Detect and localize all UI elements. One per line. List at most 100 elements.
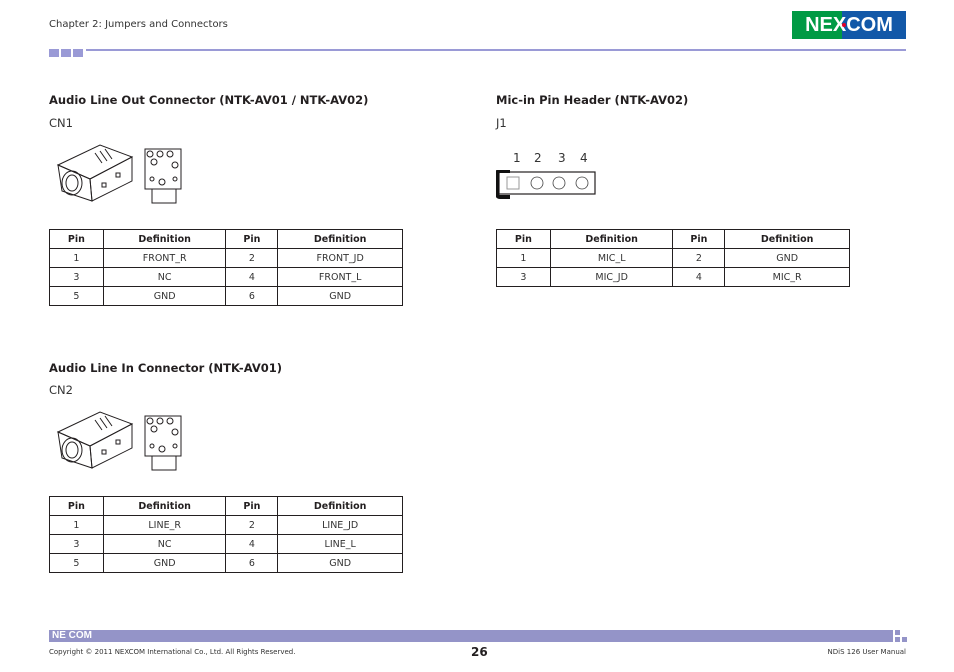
connector-ref-cn2: CN2 xyxy=(49,383,73,397)
definition-cell: GND xyxy=(277,553,403,573)
definition-cell: MIC_JD xyxy=(549,267,674,287)
table-row: 1 FRONT_R 2 FRONT_JD xyxy=(49,248,403,268)
connector-ref-cn1: CN1 xyxy=(49,116,73,130)
definition-cell: GND xyxy=(102,553,227,573)
manual-title: NDiS 126 User Manual xyxy=(827,648,906,656)
pin-cell: 6 xyxy=(225,286,279,306)
definition-cell: LINE_L xyxy=(277,534,403,554)
table-header-row: Pin Definition Pin Definition xyxy=(496,229,850,249)
pin-cell: 3 xyxy=(49,534,104,554)
header-definition: Definition xyxy=(102,229,227,249)
table-header-row: Pin Definition Pin Definition xyxy=(49,229,403,249)
pin-cell: 3 xyxy=(496,267,551,287)
table-row: 5 GND 6 GND xyxy=(49,553,403,573)
audio-jack-diagram-cn1 xyxy=(56,144,182,204)
definition-cell: MIC_R xyxy=(724,267,850,287)
pin-table-cn1: Pin Definition Pin Definition 1 FRONT_R … xyxy=(49,229,403,306)
jack-top-face xyxy=(56,144,134,180)
logo-text: NEXCOM xyxy=(805,14,893,36)
jack-side-face xyxy=(89,423,133,469)
definition-cell: NC xyxy=(102,534,227,554)
header-definition: Definition xyxy=(549,229,674,249)
definition-cell: GND xyxy=(102,286,227,306)
pin-cell: 2 xyxy=(225,515,279,535)
header-definition: Definition xyxy=(277,496,403,516)
page-number: 26 xyxy=(471,645,488,659)
section-title-line-out: Audio Line Out Connector (NTK-AV01 / NTK… xyxy=(49,93,369,107)
section-title-mic-in: Mic-in Pin Header (NTK-AV02) xyxy=(496,93,689,107)
pin-cell: 4 xyxy=(225,534,279,554)
table-header-row: Pin Definition Pin Definition xyxy=(49,496,403,516)
pin-cell: 6 xyxy=(225,553,279,573)
header-pin: Pin xyxy=(49,496,104,516)
table-row: 3 NC 4 LINE_L xyxy=(49,534,403,554)
definition-cell: GND xyxy=(277,286,403,306)
pin-cell: 1 xyxy=(49,515,104,535)
definition-cell: LINE_R xyxy=(102,515,227,535)
jack-front-face xyxy=(57,431,93,469)
definition-cell: FRONT_L xyxy=(277,267,403,287)
header-pin: Pin xyxy=(49,229,104,249)
header-pin: Pin xyxy=(225,229,279,249)
table-row: 5 GND 6 GND xyxy=(49,286,403,306)
header-definition: Definition xyxy=(277,229,403,249)
copyright-text: Copyright © 2011 NEXCOM International Co… xyxy=(49,648,296,656)
table-row: 3 NC 4 FRONT_L xyxy=(49,267,403,287)
square-icon xyxy=(895,637,900,642)
header-definition: Definition xyxy=(102,496,227,516)
definition-cell: FRONT_JD xyxy=(277,248,403,268)
header-divider xyxy=(86,49,906,51)
definition-cell: MIC_L xyxy=(549,248,674,268)
pin-4-circle xyxy=(575,176,589,190)
square-icon xyxy=(49,49,59,57)
pin-cell: 3 xyxy=(49,267,104,287)
footer-bar xyxy=(49,630,893,642)
square-icon xyxy=(895,630,900,635)
definition-cell: FRONT_R xyxy=(102,248,227,268)
pin-cell: 5 xyxy=(49,286,104,306)
definition-cell: GND xyxy=(724,248,850,268)
pin-label: 2 xyxy=(534,151,542,165)
header-key-bracket xyxy=(496,170,510,199)
pin-2-circle xyxy=(530,176,544,190)
pin-cell: 5 xyxy=(49,553,104,573)
pin-cell: 2 xyxy=(672,248,726,268)
pin-cell: 1 xyxy=(496,248,551,268)
nexcom-logo: NEXCOM xyxy=(792,11,906,39)
header-pin: Pin xyxy=(225,496,279,516)
jack-front-face xyxy=(57,164,93,202)
table-row: 1 LINE_R 2 LINE_JD xyxy=(49,515,403,535)
pin-table-cn2: Pin Definition Pin Definition 1 LINE_R 2… xyxy=(49,496,403,573)
definition-cell: LINE_JD xyxy=(277,515,403,535)
pin-3-circle xyxy=(552,176,566,190)
jack-side-face xyxy=(89,156,133,202)
jack-top-face xyxy=(56,411,134,447)
jack-socket-inner xyxy=(65,174,79,192)
pin-cell: 4 xyxy=(225,267,279,287)
pin-label: 3 xyxy=(558,151,566,165)
logo-red-dot xyxy=(842,23,846,27)
pin-label: 4 xyxy=(580,151,588,165)
header-outline xyxy=(498,171,596,195)
pin-cell: 1 xyxy=(49,248,104,268)
square-icon xyxy=(73,49,83,57)
header-pin: Pin xyxy=(496,229,551,249)
pin-label: 1 xyxy=(513,151,521,165)
table-row: 1 MIC_L 2 GND xyxy=(496,248,850,268)
pin-header-diagram-j1 xyxy=(496,170,596,199)
chapter-title: Chapter 2: Jumpers and Connectors xyxy=(49,19,228,30)
pin-1-square xyxy=(506,176,520,190)
pin-cell: 2 xyxy=(225,248,279,268)
pin-cell: 4 xyxy=(672,267,726,287)
section-title-line-in: Audio Line In Connector (NTK-AV01) xyxy=(49,361,282,375)
header-squares-decoration xyxy=(49,49,83,57)
definition-cell: NC xyxy=(102,267,227,287)
header-pin: Pin xyxy=(672,229,726,249)
header-definition: Definition xyxy=(724,229,850,249)
square-icon xyxy=(61,49,71,57)
jack-socket-inner xyxy=(65,441,79,459)
pin-table-j1: Pin Definition Pin Definition 1 MIC_L 2 … xyxy=(496,229,850,287)
table-row: 3 MIC_JD 4 MIC_R xyxy=(496,267,850,287)
square-icon xyxy=(902,637,907,642)
footer-logo: NE COM xyxy=(52,630,92,641)
